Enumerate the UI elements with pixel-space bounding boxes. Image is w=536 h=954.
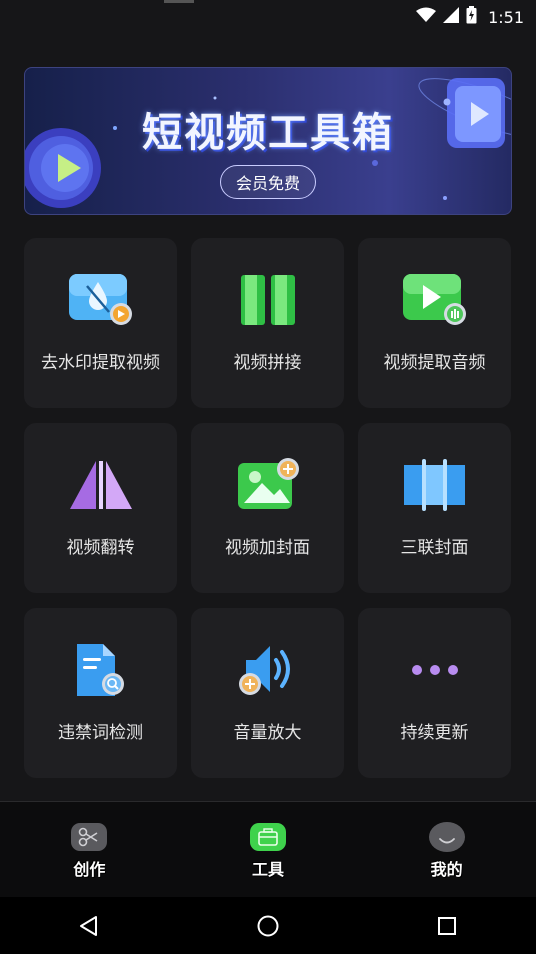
banner-title: 短视频工具箱: [142, 110, 394, 156]
tool-card-video-splice[interactable]: 视频拼接: [191, 238, 344, 408]
video-splice-icon: [234, 270, 302, 330]
battery-icon: [466, 6, 477, 28]
watermark-removal-icon: [67, 270, 135, 330]
system-nav-bar: [0, 897, 536, 954]
banned-word-check-icon: [67, 640, 135, 700]
status-time: 1:51: [488, 7, 524, 27]
toolbox-icon: [248, 820, 288, 854]
smile-icon: [427, 820, 467, 854]
tool-card-banned-word-check[interactable]: 违禁词检测: [24, 608, 177, 778]
scissors-icon: [69, 820, 109, 854]
add-cover-icon: [234, 455, 302, 515]
tool-label: 去水印提取视频: [41, 353, 160, 373]
tab-label: 我的: [430, 860, 463, 879]
tool-card-watermark-removal[interactable]: 去水印提取视频: [24, 238, 177, 408]
back-triangle-icon[interactable]: [59, 906, 119, 946]
tool-label: 音量放大: [233, 723, 302, 743]
bottom-tab-bar: 创作 工具 我的: [0, 801, 536, 898]
tool-card-extract-audio[interactable]: 视频提取音频: [358, 238, 511, 408]
tool-label: 视频翻转: [66, 538, 135, 558]
tool-card-add-cover[interactable]: 视频加封面: [191, 423, 344, 593]
signal-icon: [443, 7, 460, 27]
tool-label: 视频提取音频: [383, 353, 486, 373]
tool-card-video-flip[interactable]: 视频翻转: [24, 423, 177, 593]
video-flip-icon: [67, 455, 135, 515]
member-free-button[interactable]: 会员免费: [220, 165, 316, 199]
tool-card-more[interactable]: 持续更新: [358, 608, 511, 778]
tool-label: 违禁词检测: [58, 723, 143, 743]
app-screen: 1:51 短视频工具箱 会员免费 去水印提取视频 视频拼接 视频提取音频 视频翻…: [0, 0, 536, 954]
wifi-icon: [416, 7, 437, 27]
tool-label: 视频加封面: [225, 538, 310, 558]
tab-create[interactable]: 创作: [0, 802, 179, 898]
tab-label: 工具: [252, 860, 285, 879]
triple-cover-icon: [401, 455, 469, 515]
promo-banner[interactable]: 短视频工具箱 会员免费: [24, 67, 512, 215]
camera-notch: [164, 0, 194, 3]
video-extract-audio-icon: [401, 270, 469, 330]
tool-card-triple-cover[interactable]: 三联封面: [358, 423, 511, 593]
volume-amplify-icon: [234, 640, 302, 700]
recents-square-icon[interactable]: [417, 906, 477, 946]
tool-label: 持续更新: [400, 723, 469, 743]
status-bar: 1:51: [0, 0, 536, 34]
tab-tools[interactable]: 工具: [179, 802, 358, 898]
tab-mine[interactable]: 我的: [357, 802, 536, 898]
tool-card-volume-amplify[interactable]: 音量放大: [191, 608, 344, 778]
tab-label: 创作: [73, 860, 106, 879]
tool-label: 三联封面: [400, 538, 469, 558]
more-dots-icon: [401, 640, 469, 700]
home-circle-icon[interactable]: [238, 906, 298, 946]
tool-label: 视频拼接: [233, 353, 302, 373]
tools-grid: 去水印提取视频 视频拼接 视频提取音频 视频翻转 视频加封面 三联封面 违禁词检…: [24, 238, 512, 778]
